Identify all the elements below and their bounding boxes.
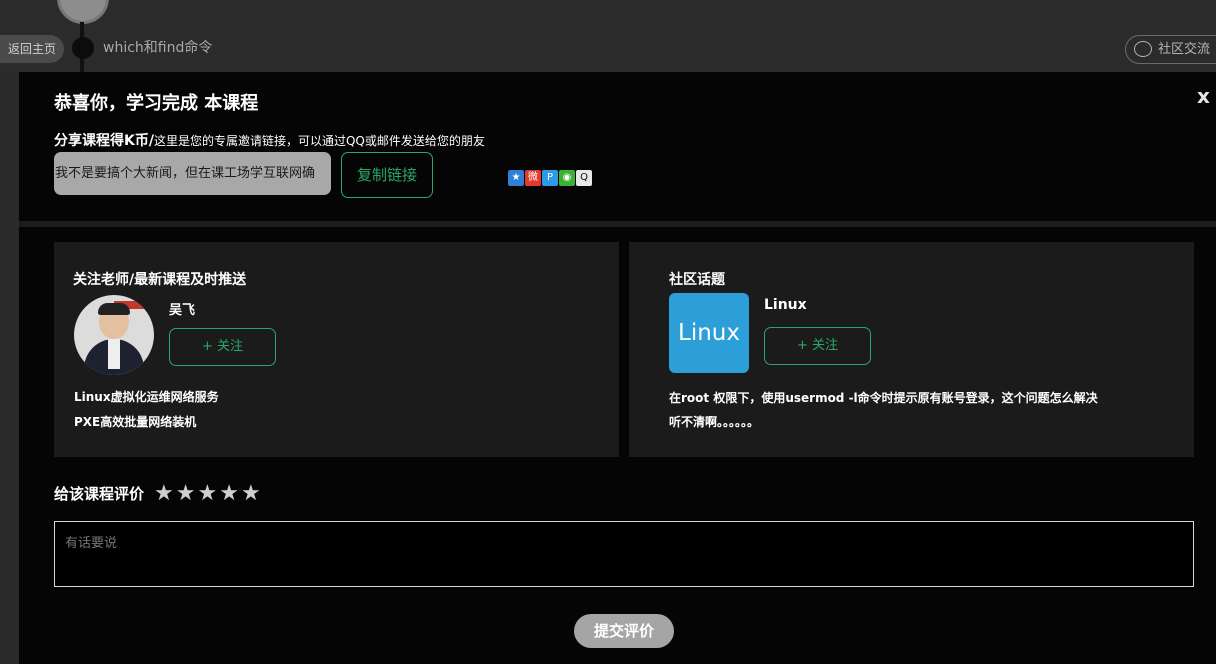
avatar-shirt (108, 339, 120, 369)
star-icon[interactable]: ★ (241, 481, 261, 506)
weibo-icon[interactable]: 微 (525, 170, 541, 186)
back-home-button[interactable]: 返回主页 (0, 35, 65, 63)
avatar-hair (98, 303, 130, 315)
teacher-avatar[interactable] (74, 295, 154, 375)
star-icon[interactable]: ★ (219, 481, 239, 506)
topic-name: Linux (764, 297, 807, 313)
chat-icon (1134, 41, 1152, 57)
topic-desc-line2[interactable]: 听不清啊。。。。。。 (669, 410, 1099, 434)
qq-icon[interactable]: Q (576, 170, 592, 186)
topic-card-title: 社区话题 (669, 272, 725, 288)
rating-label: 给该课程评价 (54, 485, 145, 503)
star-icon[interactable]: ★ (176, 481, 196, 506)
qzone-icon[interactable]: ★ (508, 170, 524, 186)
course-complete-modal: 恭喜你，学习完成 本课程 x 分享课程得K币/这里是您的专属邀请链接，可以通过Q… (19, 72, 1216, 664)
teacher-card: 关注老师/最新课程及时推送 吴飞 + 关注 Linux虚拟化运维网络服务 PXE… (54, 242, 619, 457)
community-button[interactable]: 社区交流 (1125, 35, 1216, 64)
star-icon[interactable]: ★ (197, 481, 217, 506)
share-label-main: 分享课程得K币/ (54, 133, 154, 149)
topic-description[interactable]: 在root 权限下，使用usermod -l命令时提示原有账号登录，这个问题怎么… (669, 386, 1099, 434)
follow-topic-button[interactable]: + 关注 (764, 327, 871, 365)
teacher-card-title: 关注老师/最新课程及时推送 (73, 272, 247, 288)
pengyou-icon[interactable]: P (542, 170, 558, 186)
wechat-icon[interactable]: ◉ (559, 170, 575, 186)
background-header (0, 0, 1216, 72)
share-icons: ★ 微 P ◉ Q (508, 170, 592, 186)
rating-row: 给该课程评价 ★ ★ ★ ★ ★ (54, 481, 263, 506)
comment-input[interactable] (54, 521, 1194, 587)
star-icon[interactable]: ★ (154, 481, 174, 506)
modal-title: 恭喜你，学习完成 本课程 (54, 93, 259, 114)
chapter-title: which和find命令 (103, 40, 213, 56)
share-link-field[interactable]: 我不是要搞个大新闻，但在课工场学互联网确 (54, 152, 331, 195)
share-label: 分享课程得K币/这里是您的专属邀请链接，可以通过QQ或邮件发送给您的朋友 (54, 130, 485, 150)
divider (19, 221, 1216, 227)
progress-dot (72, 37, 94, 59)
share-label-sub: 这里是您的专属邀请链接，可以通过QQ或邮件发送给您的朋友 (153, 134, 485, 148)
linux-logo[interactable]: Linux (669, 293, 749, 373)
community-button-label: 社区交流 (1158, 42, 1211, 57)
course-link-2[interactable]: PXE高效批量网络装机 (74, 413, 196, 430)
copy-link-button[interactable]: 复制链接 (341, 152, 433, 198)
follow-teacher-button[interactable]: + 关注 (169, 328, 276, 366)
topic-desc-line1[interactable]: 在root 权限下，使用usermod -l命令时提示原有账号登录，这个问题怎么… (669, 386, 1099, 410)
teacher-name: 吴飞 (169, 303, 196, 318)
close-button[interactable]: x (1197, 84, 1210, 108)
submit-review-button[interactable]: 提交评价 (574, 614, 674, 648)
course-link-1[interactable]: Linux虚拟化运维网络服务 (74, 388, 219, 405)
topic-card: 社区话题 Linux Linux + 关注 在root 权限下，使用usermo… (629, 242, 1194, 457)
